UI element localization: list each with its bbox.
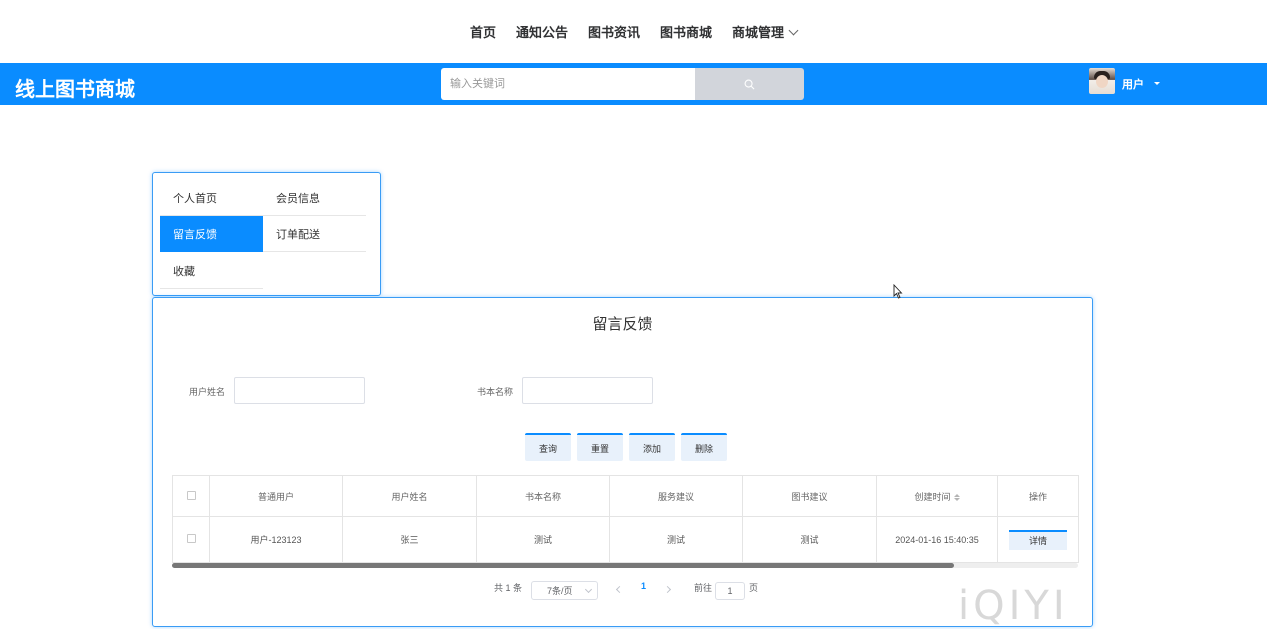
top-nav: 首页 通知公告 图书资讯 图书商城 商城管理 [0, 0, 1267, 63]
add-button[interactable]: 添加 [629, 433, 675, 461]
goto-page-input[interactable] [715, 582, 745, 600]
menu-item-favorites[interactable]: 收藏 [160, 253, 263, 289]
personal-menu: 个人首页 会员信息 留言反馈 订单配送 收藏 [152, 172, 381, 296]
column-header: 操作 [997, 475, 1079, 517]
feedback-panel: 留言反馈 用户姓名 书本名称 查询 重置 添加 删除 普通用户 用户姓名 书本名… [152, 297, 1093, 629]
query-button[interactable]: 查询 [525, 433, 571, 461]
horizontal-scrollbar-thumb[interactable] [172, 563, 954, 568]
user-name-label: 用户姓名 [189, 387, 226, 397]
search-button[interactable] [695, 68, 804, 100]
delete-button[interactable]: 删除 [681, 433, 727, 461]
column-header: 普通用户 [209, 475, 343, 517]
column-header: 服务建议 [609, 475, 743, 517]
user-menu-label[interactable]: 用户 [1122, 76, 1144, 92]
select-all-checkbox[interactable] [186, 490, 196, 500]
current-page[interactable]: 1 [641, 581, 646, 591]
avatar-face [1096, 75, 1108, 88]
search-input[interactable] [441, 68, 696, 100]
reset-button[interactable]: 重置 [577, 433, 623, 461]
cell-book: 测试 [476, 516, 610, 563]
mouse-cursor-icon [893, 284, 903, 299]
pagination-total: 共 1 条 [494, 583, 523, 593]
column-header: 书本名称 [476, 475, 610, 517]
feedback-table: 普通用户 用户姓名 书本名称 服务建议 图书建议 创建时间 操作 用户-1231… [172, 475, 1079, 563]
prev-page-icon[interactable] [615, 585, 624, 594]
page-suffix: 页 [749, 583, 759, 593]
nav-store-management-label: 商城管理 [732, 25, 785, 40]
table-row: 用户-123123 张三 测试 测试 测试 2024-01-16 15:40:3… [172, 516, 1079, 563]
nav-book-store[interactable]: 图书商城 [660, 22, 712, 41]
menu-item-personal-home[interactable]: 个人首页 [160, 180, 263, 216]
nav-store-management[interactable]: 商城管理 [732, 22, 799, 41]
column-header: 用户姓名 [342, 475, 477, 517]
goto-label: 前往 [694, 583, 713, 593]
detail-button[interactable]: 详情 [1009, 529, 1067, 550]
page-size-select[interactable]: 7条/页 [531, 581, 598, 600]
row-checkbox[interactable] [186, 534, 196, 543]
chevron-down-icon [788, 25, 799, 36]
sort-icon[interactable] [953, 493, 960, 501]
book-name-input[interactable] [522, 377, 653, 404]
nav-book-news[interactable]: 图书资讯 [588, 22, 640, 41]
page-title: 留言反馈 [592, 316, 653, 333]
nav-notices[interactable]: 通知公告 [516, 22, 568, 41]
menu-item-member-info[interactable]: 会员信息 [263, 180, 366, 216]
table-header-row: 普通用户 用户姓名 书本名称 服务建议 图书建议 创建时间 操作 [172, 475, 1079, 517]
next-page-icon[interactable] [663, 585, 672, 594]
cell-user: 用户-123123 [209, 516, 343, 563]
column-header: 图书建议 [742, 475, 877, 517]
row-select-cell [172, 516, 210, 563]
page-size-value: 7条/页 [547, 586, 573, 596]
cell-created: 2024-01-16 15:40:35 [876, 516, 998, 563]
column-header-label: 创建时间 [914, 491, 951, 502]
app-header: 线上图书商城 用户 [0, 63, 1267, 105]
nav-home[interactable]: 首页 [470, 22, 496, 41]
search-icon [744, 79, 755, 89]
cell-name: 张三 [342, 516, 477, 563]
cell-service: 测试 [609, 516, 743, 563]
chevron-down-icon [584, 585, 593, 594]
cell-book-advice: 测试 [742, 516, 877, 563]
menu-item-order-delivery[interactable]: 订单配送 [263, 216, 366, 252]
user-name-input[interactable] [234, 377, 365, 404]
cell-action: 详情 [997, 516, 1079, 563]
created-time-header[interactable]: 创建时间 [876, 475, 998, 517]
caret-down-icon[interactable] [1154, 82, 1160, 85]
brand-title: 线上图书商城 [15, 79, 135, 101]
select-all-cell [172, 475, 210, 517]
menu-item-feedback[interactable]: 留言反馈 [160, 216, 263, 252]
watermark-logo: iQIYI [958, 583, 1069, 629]
book-name-label: 书本名称 [477, 387, 514, 397]
avatar[interactable] [1089, 68, 1115, 94]
